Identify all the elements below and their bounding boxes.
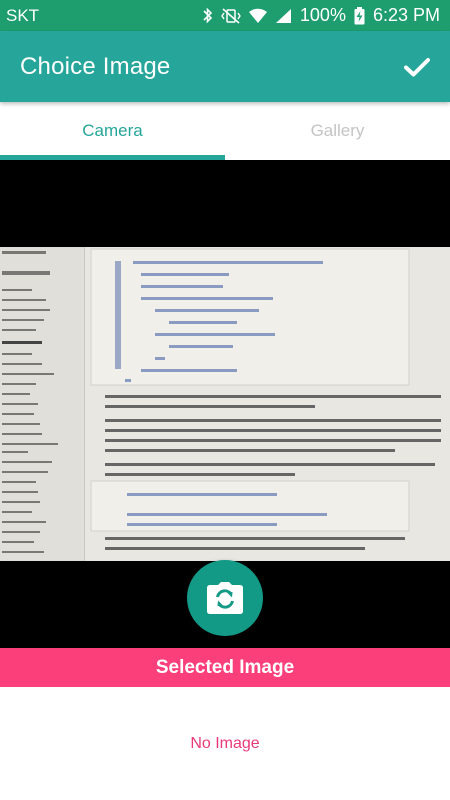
bluetooth-icon: [203, 7, 213, 24]
status-bar: SKT 100% 6:23 PM: [0, 0, 450, 31]
camera-preview-image: [0, 247, 450, 561]
preview-page-graphic: [85, 247, 450, 561]
tab-camera[interactable]: Camera: [0, 102, 225, 160]
tab-camera-label: Camera: [82, 121, 143, 140]
no-image-text: No Image: [190, 734, 260, 752]
selected-image-label: Selected Image: [155, 656, 295, 678]
wifi-icon: [248, 8, 267, 23]
source-tabs: Camera Gallery: [0, 102, 450, 160]
carrier-label: SKT: [6, 5, 40, 25]
confirm-button[interactable]: [402, 52, 432, 82]
camera-switch-icon: [207, 582, 243, 614]
tab-gallery[interactable]: Gallery: [225, 102, 450, 160]
app-bar: Choice Image: [0, 31, 450, 102]
selected-image-header: Selected Image: [0, 648, 450, 687]
check-icon: [404, 57, 430, 76]
camera-switch-button[interactable]: [187, 560, 263, 636]
vibrate-mute-icon: [221, 7, 241, 24]
signal-icon: [275, 8, 291, 23]
preview-sidebar-graphic: [0, 247, 85, 561]
clock: 6:23 PM: [372, 5, 440, 25]
battery-charging-icon: [354, 6, 365, 24]
status-icons: [202, 7, 292, 24]
status-right: 100% 6:23 PM: [202, 5, 440, 26]
tab-gallery-label: Gallery: [310, 121, 365, 140]
selected-image-area: No Image: [0, 687, 450, 800]
page-title: Choice Image: [20, 52, 171, 80]
battery-percent: 100%: [299, 5, 346, 25]
